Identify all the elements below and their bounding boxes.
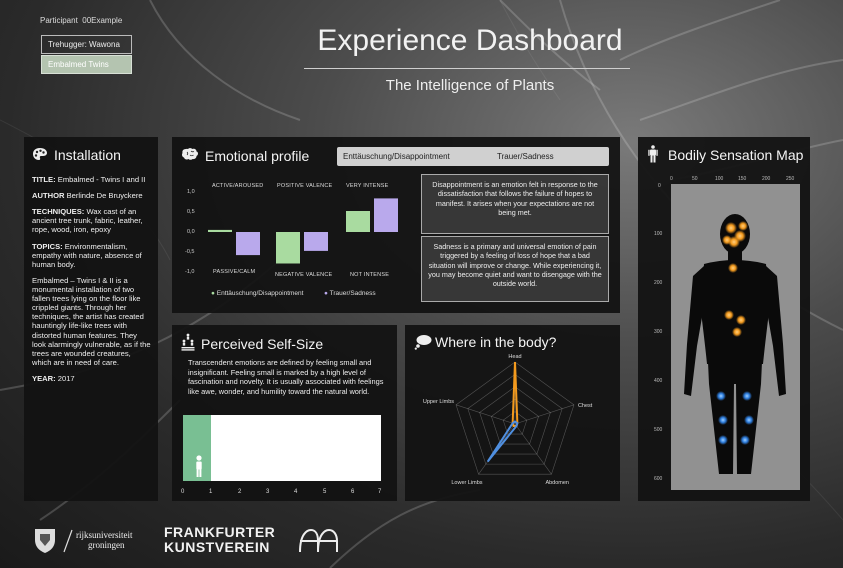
installation-description: Embalmed – Twins I & II is a monumental …: [32, 275, 151, 367]
y-tick: 0,5: [187, 209, 195, 215]
chart-label-positive: POSITIVE VALENCE: [277, 183, 333, 189]
participant-label: Participant 00Example: [40, 16, 123, 25]
installation-panel: Installation TITLE: Embalmed - Twins I a…: [24, 137, 158, 501]
page-subtitle: The Intelligence of Plants: [385, 77, 555, 94]
thought-bubble-icon: [414, 335, 432, 350]
body-map-y-tick: 0: [658, 183, 661, 189]
body-map-x-tick: 50: [692, 176, 698, 182]
people-sizes-icon: [181, 333, 195, 351]
body-map-y-tick: 600: [654, 476, 663, 482]
page-title: Experience Dashboard: [317, 24, 623, 57]
bar: [208, 229, 232, 232]
y-tick: -1,0: [185, 269, 195, 275]
rug-crest-icon: [35, 529, 55, 553]
body-map-y-tick: 200: [654, 280, 663, 286]
body-silhouette: [684, 214, 786, 474]
emotion-bar-chart: [208, 198, 398, 264]
where-in-body-title: Where in the body?: [435, 334, 557, 350]
self-size-tick: 2: [238, 489, 242, 495]
header-divider: [304, 68, 630, 69]
chart-label-active: ACTIVE/AROUSED: [212, 183, 264, 189]
tab-sadness[interactable]: Trauer/Sadness: [497, 152, 554, 161]
self-size-text: Transcendent emotions are defined by fee…: [188, 358, 384, 396]
self-size-tick: 4: [294, 489, 298, 495]
legend-sadness: ● Trauer/Sadness: [324, 290, 376, 297]
frankfurter-kunstverein-logo: FRANKFURTER KUNSTVEREIN: [164, 524, 276, 555]
installation-title: Installation: [54, 147, 121, 163]
self-size-tick: 5: [323, 489, 327, 495]
radar-spoke: [455, 404, 516, 425]
description-sadness: Sadness is a primary and universal emoti…: [421, 236, 609, 302]
self-size-tick: 7: [378, 489, 382, 495]
installation-title-value: Embalmed - Twins I and II: [57, 175, 146, 184]
body-map-canvas: [671, 184, 800, 490]
self-size-tick: 1: [209, 489, 213, 495]
body-map-x-tick: 150: [738, 176, 747, 182]
description-disappointment: Disappointment is an emotion felt in res…: [421, 174, 609, 234]
installation-author: Berlinde De Bruyckere: [66, 191, 143, 201]
bar: [236, 232, 260, 256]
self-size-tick: 3: [266, 489, 270, 495]
bar: [346, 211, 370, 232]
chart-label-very-intense: VERY INTENSE: [346, 183, 389, 189]
self-size-scale: [183, 415, 381, 481]
rug-logo-text: rijksuniversiteit groningen: [76, 530, 133, 550]
radar-spoke: [514, 404, 575, 425]
selector-trehugger[interactable]: Trehugger: Wawona: [41, 35, 132, 54]
radar-axis-label: Abdomen: [545, 480, 569, 486]
installation-details: TITLE: Embalmed - Twins I and II AUTHOR …: [32, 175, 151, 383]
emotion-tabs: Enttäuschung/Disappointment Trauer/Sadne…: [337, 147, 609, 166]
body-map-x-tick: 0: [670, 176, 673, 182]
y-tick: -0,5: [185, 249, 195, 255]
legend-disappointment: ● Enttäuschung/Disappointment: [211, 290, 304, 297]
tab-disappointment[interactable]: Enttäuschung/Disappointment: [343, 152, 450, 161]
emotional-profile-title: Emotional profile: [205, 148, 310, 164]
y-tick: 0,0: [187, 229, 195, 235]
person-icon: [196, 455, 202, 477]
radar-axis-label: Head: [508, 354, 521, 360]
radar-axis-label: Chest: [578, 403, 593, 409]
body-map-y-tick: 100: [654, 231, 663, 237]
body-map-x-tick: 250: [786, 176, 795, 182]
radar-axis-label: Lower Limbs: [451, 480, 482, 486]
bar: [304, 232, 328, 251]
palette-icon: [33, 148, 47, 160]
radar-spoke: [514, 423, 552, 475]
self-size-title: Perceived Self-Size: [201, 336, 324, 352]
brain-icon: [182, 148, 198, 160]
ea-logo-icon: [299, 528, 338, 553]
body-map-y-tick: 400: [654, 378, 663, 384]
bar: [276, 232, 300, 264]
self-size-tick: 0: [181, 489, 185, 495]
participant-id: 00Example: [82, 16, 123, 25]
body-map-title: Bodily Sensation Map: [668, 147, 804, 163]
body-map-x-tick: 100: [715, 176, 724, 182]
body-map-x-tick: 200: [762, 176, 771, 182]
where-in-body-radar: Head Chest Abdomen Lower Limbs Upper Limbs: [423, 354, 593, 486]
human-figure-icon: [648, 145, 658, 163]
body-map-y-tick: 300: [654, 329, 663, 335]
radar-axis-label: Upper Limbs: [423, 399, 454, 405]
selector-embalmed-twins[interactable]: Embalmed Twins: [41, 55, 132, 74]
body-map-y-tick: 500: [654, 427, 663, 433]
installation-year: 2017: [57, 373, 75, 383]
y-tick: 1,0: [187, 189, 195, 195]
slash-divider: [63, 529, 73, 553]
bar: [374, 198, 398, 232]
self-size-tick: 6: [351, 489, 355, 495]
